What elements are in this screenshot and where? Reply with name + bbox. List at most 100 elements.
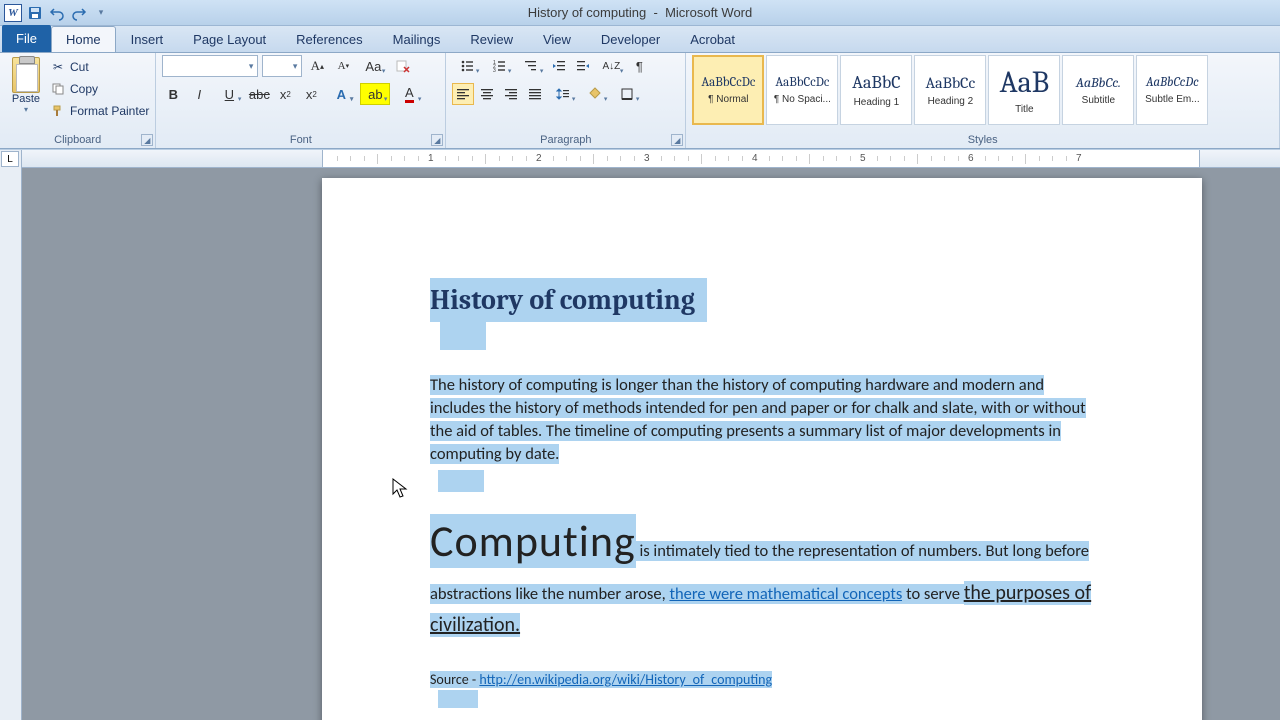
scissors-icon: ✂	[50, 59, 66, 75]
group-paragraph: 123 A↓Z ¶	[446, 53, 686, 148]
group-styles: AaBbCcDc¶ NormalAaBbCcDc¶ No Spaci...AaB…	[686, 53, 1280, 148]
format-painter-button[interactable]: Format Painter	[50, 101, 149, 121]
style-preview: AaBbCcDc	[775, 75, 829, 90]
cut-button[interactable]: ✂ Cut	[50, 57, 149, 77]
tab-selector-icon[interactable]: L	[1, 151, 19, 167]
doc-heading[interactable]: History of computing	[430, 278, 707, 322]
font-size-combo[interactable]	[262, 55, 302, 77]
shrink-font-button[interactable]: A▾	[332, 55, 354, 77]
superscript-button[interactable]: x2	[300, 83, 322, 105]
style-item-5[interactable]: AaBbCc. Subtitle	[1062, 55, 1134, 125]
file-tab[interactable]: File	[2, 25, 51, 52]
tab-home[interactable]: Home	[51, 26, 116, 52]
tab-acrobat[interactable]: Acrobat	[675, 26, 750, 52]
copy-icon	[50, 81, 66, 97]
style-name: Subtitle	[1082, 95, 1115, 106]
style-preview: AaBbCcDc	[701, 75, 755, 90]
style-item-4[interactable]: AaBTitle	[988, 55, 1060, 125]
multilevel-list-button[interactable]	[516, 55, 546, 77]
ruler-number: 5	[860, 153, 866, 164]
ruler-number: 2	[536, 153, 542, 164]
ruler-number: 6	[968, 153, 974, 164]
document-area[interactable]: 1 2 3 4 5 6 7 History of computing The history…	[22, 150, 1280, 720]
style-preview: AaBbCcDc	[1146, 75, 1199, 90]
style-item-6[interactable]: AaBbCcDc Subtle Em...	[1136, 55, 1208, 125]
document-page[interactable]: History of computing The history of comp…	[322, 178, 1202, 720]
paragraph-1[interactable]: The history of computing is longer than …	[430, 374, 1094, 466]
style-name: Subtle Em...	[1145, 94, 1199, 105]
tab-page-layout[interactable]: Page Layout	[178, 26, 281, 52]
qat-dropdown-icon[interactable]: ▾	[92, 4, 110, 22]
copy-button[interactable]: Copy	[50, 79, 149, 99]
ruler-number: 7	[1076, 153, 1082, 164]
align-right-button[interactable]	[500, 83, 522, 105]
tab-view[interactable]: View	[528, 26, 586, 52]
numbering-button[interactable]: 123	[484, 55, 514, 77]
tab-developer[interactable]: Developer	[586, 26, 675, 52]
text-effects-button[interactable]: A	[326, 83, 356, 105]
save-icon[interactable]	[26, 4, 44, 22]
style-item-3[interactable]: AaBbCcHeading 2	[914, 55, 986, 125]
paragraph-2[interactable]: Computing is intimately tied to the repr…	[430, 506, 1094, 640]
style-preview: AaBbCc.	[1076, 74, 1121, 91]
line-spacing-button[interactable]	[548, 83, 578, 105]
style-name: ¶ Normal	[708, 94, 748, 105]
horizontal-ruler[interactable]: 1 2 3 4 5 6 7	[22, 150, 1280, 168]
change-case-button[interactable]: Aa	[358, 55, 388, 77]
justify-button[interactable]	[524, 83, 546, 105]
font-color-button[interactable]: A	[394, 83, 424, 105]
clipboard-dialog-launcher[interactable]: ◢	[141, 134, 153, 146]
borders-button[interactable]	[612, 83, 642, 105]
style-name: Title	[1015, 104, 1034, 115]
font-name-combo[interactable]	[162, 55, 258, 77]
doc-name: History of computing	[528, 5, 647, 20]
tab-review[interactable]: Review	[455, 26, 528, 52]
strikethrough-button[interactable]: abc	[248, 83, 270, 105]
show-hide-button[interactable]: ¶	[628, 55, 650, 77]
grow-font-button[interactable]: A▴	[306, 55, 328, 77]
paste-button[interactable]: Paste ▾	[6, 55, 46, 114]
titlebar: W ▾ History of computing - Microsoft Wor…	[0, 0, 1280, 26]
tab-references[interactable]: References	[281, 26, 377, 52]
paintbrush-icon	[50, 103, 66, 119]
ruler-number: 1	[428, 153, 434, 164]
window-title: History of computing - Microsoft Word	[528, 5, 752, 20]
tab-mailings[interactable]: Mailings	[378, 26, 456, 52]
tab-insert[interactable]: Insert	[116, 26, 179, 52]
italic-button[interactable]: I	[188, 83, 210, 105]
style-item-0[interactable]: AaBbCcDc ¶ Normal	[692, 55, 764, 125]
ruler-number: 3	[644, 153, 650, 164]
styles-gallery: AaBbCcDc¶ NormalAaBbCcDc¶ No Spaci...AaB…	[692, 55, 1210, 129]
decrease-indent-button[interactable]	[548, 55, 570, 77]
ruler-number: 4	[752, 153, 758, 164]
subscript-button[interactable]: x2	[274, 83, 296, 105]
style-item-2[interactable]: AaBbCHeading 1	[840, 55, 912, 125]
selection-block	[438, 470, 484, 492]
word-logo-icon: W	[4, 4, 22, 22]
cursor-icon	[392, 478, 408, 498]
vertical-ruler: L	[0, 150, 22, 720]
hyperlink[interactable]: there were mathematical concepts	[669, 584, 902, 604]
source-line[interactable]: Source - http://en.wikipedia.org/wiki/Hi…	[430, 671, 1094, 688]
undo-icon[interactable]	[48, 4, 66, 22]
highlight-button[interactable]: ab	[360, 83, 390, 105]
paragraph-dialog-launcher[interactable]: ◢	[671, 134, 683, 146]
redo-icon[interactable]	[70, 4, 88, 22]
underline-button[interactable]: U	[214, 83, 244, 105]
font-dialog-launcher[interactable]: ◢	[431, 134, 443, 146]
style-preview: AaBbCc	[925, 74, 975, 92]
align-left-button[interactable]	[452, 83, 474, 105]
clear-formatting-button[interactable]	[392, 55, 414, 77]
bullets-button[interactable]	[452, 55, 482, 77]
ribbon-tabs: File Home Insert Page Layout References …	[0, 26, 1280, 53]
bold-button[interactable]: B	[162, 83, 184, 105]
source-link[interactable]: http://en.wikipedia.org/wiki/History_of_…	[479, 671, 772, 688]
workspace: L 1 2 3 4 5 6 7 History of computing The histo…	[0, 150, 1280, 720]
sort-button[interactable]: A↓Z	[596, 55, 626, 77]
group-label-font: Font	[162, 133, 439, 148]
style-item-1[interactable]: AaBbCcDc¶ No Spaci...	[766, 55, 838, 125]
shading-button[interactable]	[580, 83, 610, 105]
align-center-button[interactable]	[476, 83, 498, 105]
increase-indent-button[interactable]	[572, 55, 594, 77]
selection-block	[438, 690, 478, 708]
